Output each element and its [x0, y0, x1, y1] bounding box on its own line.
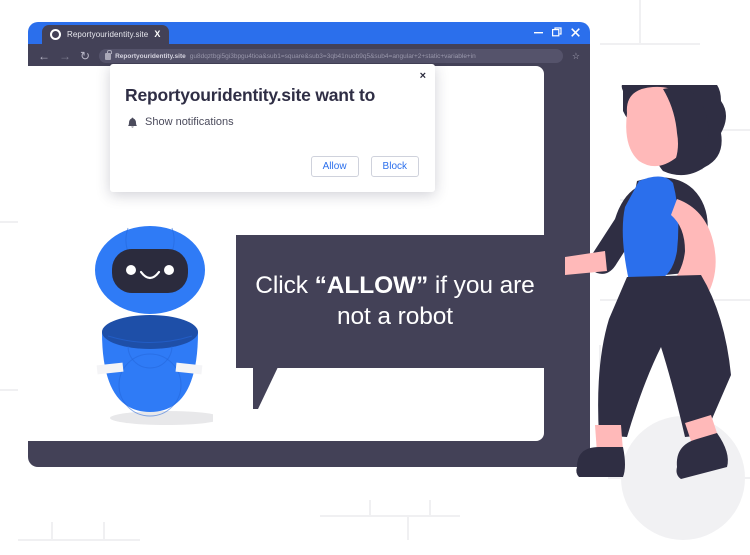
robot-eye-right	[164, 265, 174, 275]
bell-glyph	[128, 117, 137, 128]
shoe-right	[676, 433, 728, 479]
close-icon[interactable]	[571, 25, 580, 41]
block-button[interactable]: Block	[370, 156, 419, 177]
close-glyph	[571, 28, 580, 37]
notification-permission-dialog: × Reportyouridentity.site want to Show n…	[110, 64, 435, 192]
speech-bubble: Click “ALLOW” if you are not a robot	[236, 235, 554, 368]
arm-left	[565, 251, 607, 275]
robot-visor	[112, 249, 188, 293]
dialog-permission-label: Show notifications	[145, 116, 234, 128]
robot-eye-left	[126, 265, 136, 275]
dialog-buttons: Allow Block	[310, 156, 419, 177]
tab-title: Reportyouridentity.site	[67, 30, 149, 39]
speech-line1-emphasis: “ALLOW”	[314, 272, 429, 300]
minimize-icon[interactable]	[534, 25, 543, 41]
maximize-icon[interactable]	[552, 25, 562, 41]
maximize-glyph	[552, 27, 562, 37]
window-controls	[534, 22, 580, 44]
bell-icon	[127, 116, 138, 128]
url-bar[interactable]: Reportyouridentity.site gu8dqztbgi5gi3bp…	[99, 49, 563, 63]
speech-line1-post: if you are	[428, 272, 535, 300]
reload-icon[interactable]: ↻	[80, 50, 90, 62]
speech-line2: not a robot	[336, 302, 454, 330]
browser-tab[interactable]: Reportyouridentity.site X	[42, 25, 170, 44]
lock-icon	[105, 50, 112, 60]
shoe-left	[576, 447, 625, 477]
url-path: gu8dqztbgi5gi3bpgu4tioa&sub1=square&sub3…	[189, 52, 476, 60]
tab-close-icon[interactable]: X	[154, 30, 160, 39]
robot-collar	[102, 315, 198, 349]
allow-button[interactable]: Allow	[310, 156, 359, 177]
robot-shadow	[110, 411, 222, 425]
globe-icon	[50, 29, 61, 40]
person-svg	[565, 69, 731, 479]
robot-illustration	[88, 222, 222, 432]
star-icon[interactable]: ☆	[572, 51, 580, 61]
dialog-close-icon[interactable]: ×	[420, 71, 426, 82]
trousers	[598, 275, 731, 437]
url-domain: Reportyouridentity.site	[115, 52, 186, 60]
speech-bubble-tail	[253, 367, 278, 409]
minimize-glyph	[534, 32, 543, 34]
dialog-permission-row: Show notifications	[127, 116, 234, 128]
speech-bubble-text: Click “ALLOW” if you are not a robot	[243, 271, 546, 331]
person-illustration	[565, 69, 750, 520]
forward-icon[interactable]: →	[59, 50, 71, 62]
robot-svg	[95, 226, 222, 425]
dialog-title: Reportyouridentity.site want to	[125, 85, 376, 105]
speech-line1-pre: Click	[255, 272, 315, 300]
back-icon[interactable]: ←	[38, 50, 50, 62]
